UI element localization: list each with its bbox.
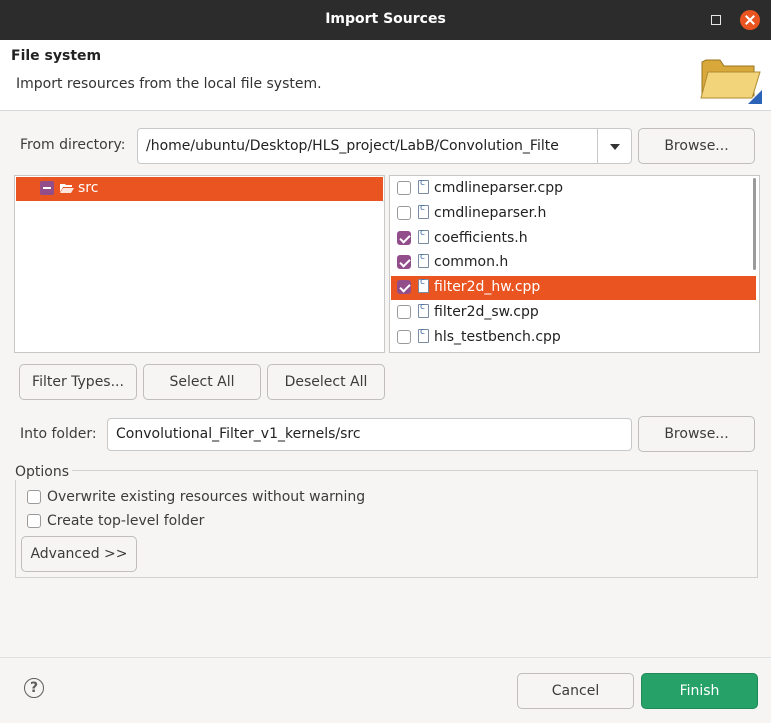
file-checkbox[interactable] xyxy=(397,181,411,195)
window-title: Import Sources xyxy=(325,11,446,27)
file-item[interactable]: cmdlineparser.cpp xyxy=(391,177,756,201)
file-checkbox[interactable] xyxy=(397,231,411,245)
partial-checkbox[interactable] xyxy=(40,181,54,195)
c-file-icon xyxy=(418,228,429,244)
filter-types-button[interactable]: Filter Types... xyxy=(19,364,137,400)
file-item[interactable]: filter2d_sw.cpp xyxy=(391,301,756,325)
file-list-scrollbar[interactable] xyxy=(753,178,756,270)
file-item[interactable]: coefficients.h xyxy=(391,227,756,251)
file-name: common.h xyxy=(434,254,509,270)
finish-button[interactable]: Finish xyxy=(641,673,758,709)
file-item-selected[interactable]: filter2d_hw.cpp xyxy=(391,276,756,300)
footer-divider xyxy=(0,657,771,658)
overwrite-label: Overwrite existing resources without war… xyxy=(47,489,366,505)
c-file-icon xyxy=(418,327,429,343)
file-item[interactable]: common.h xyxy=(391,251,756,275)
toplevel-folder-checkbox[interactable] xyxy=(27,514,41,528)
into-folder-input[interactable]: Convolutional_Filter_v1_kernels/src xyxy=(107,418,632,451)
folder-tree[interactable]: src xyxy=(14,175,385,353)
page-title: File system xyxy=(11,48,102,64)
cancel-button[interactable]: Cancel xyxy=(517,673,634,709)
toplevel-folder-label: Create top-level folder xyxy=(47,513,205,529)
title-bar: Import Sources xyxy=(0,0,771,40)
file-name: hls_testbench.cpp xyxy=(434,329,561,345)
from-directory-dropdown[interactable] xyxy=(597,128,632,164)
file-checkbox[interactable] xyxy=(397,330,411,344)
help-icon[interactable]: ? xyxy=(24,678,44,698)
c-file-icon xyxy=(418,302,429,318)
select-all-button[interactable]: Select All xyxy=(143,364,261,400)
from-directory-input[interactable]: /home/ubuntu/Desktop/HLS_project/LabB/Co… xyxy=(137,128,598,164)
deselect-all-button[interactable]: Deselect All xyxy=(267,364,385,400)
from-directory-browse-button[interactable]: Browse... xyxy=(638,128,755,164)
file-name: cmdlineparser.cpp xyxy=(434,180,564,196)
c-file-icon xyxy=(418,252,429,268)
c-file-icon xyxy=(418,203,429,219)
overwrite-checkbox[interactable] xyxy=(27,490,41,504)
open-folder-icon xyxy=(60,184,74,193)
file-item[interactable]: hls_testbench.cpp xyxy=(391,326,756,350)
options-title: Options xyxy=(15,464,73,480)
file-name: filter2d_hw.cpp xyxy=(434,279,541,295)
close-button[interactable] xyxy=(740,10,760,30)
file-checkbox[interactable] xyxy=(397,305,411,319)
c-file-icon xyxy=(418,178,429,194)
advanced-button[interactable]: Advanced >> xyxy=(21,536,137,572)
open-folder-icon xyxy=(700,59,762,104)
file-checkbox[interactable] xyxy=(397,280,411,294)
tree-item-label: src xyxy=(78,180,99,196)
maximize-button[interactable] xyxy=(706,10,726,30)
from-directory-label: From directory: xyxy=(20,137,126,153)
file-checkbox[interactable] xyxy=(397,255,411,269)
file-checkbox[interactable] xyxy=(397,206,411,220)
file-list[interactable]: cmdlineparser.cpp cmdlineparser.h coeffi… xyxy=(389,175,760,353)
into-folder-label: Into folder: xyxy=(20,426,97,442)
tree-item-src[interactable]: src xyxy=(16,177,383,201)
page-description: Import resources from the local file sys… xyxy=(16,76,322,92)
file-name: filter2d_sw.cpp xyxy=(434,304,539,320)
into-folder-browse-button[interactable]: Browse... xyxy=(638,416,755,452)
file-name: cmdlineparser.h xyxy=(434,205,547,221)
file-name: coefficients.h xyxy=(434,230,528,246)
wizard-header: File system Import resources from the lo… xyxy=(0,40,771,111)
file-item[interactable]: cmdlineparser.h xyxy=(391,202,756,226)
c-file-icon xyxy=(418,277,429,293)
